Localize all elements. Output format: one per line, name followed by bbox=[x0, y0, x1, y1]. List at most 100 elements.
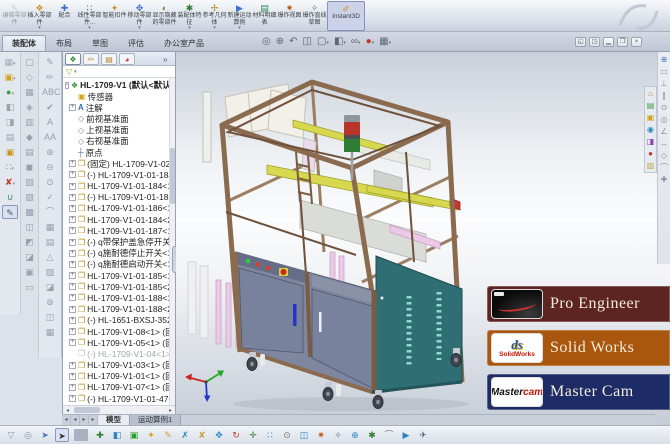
tree-item-component[interactable]: + ❒ (-) HL-1709-V1-04<1> bbox=[65, 348, 175, 359]
explode-line-icon[interactable]: ✧ bbox=[331, 428, 345, 442]
linear-pattern-icon[interactable]: ▩ bbox=[22, 205, 38, 219]
angle-mate-icon[interactable]: ∠ bbox=[660, 127, 667, 137]
tree-vertical-scrollbar[interactable] bbox=[169, 78, 175, 405]
revolve-icon[interactable]: ◇ bbox=[22, 70, 38, 84]
perpendicular-mate-icon[interactable]: ⊥ bbox=[661, 79, 668, 89]
banner-master-cam[interactable]: Mastercam Master Cam bbox=[487, 374, 670, 410]
arc-mate-icon[interactable]: ⌒ bbox=[660, 163, 668, 173]
design-library-icon[interactable]: ▤ bbox=[645, 100, 656, 111]
insert-components-button[interactable]: ❖ 插入零部件 ▾ bbox=[27, 1, 52, 31]
move-component-icon[interactable]: ✥ bbox=[212, 428, 226, 442]
tree-item-component[interactable]: + ❒ (-) HL-1651-BXSJ-352- bbox=[65, 315, 175, 326]
delete-icon[interactable]: ✘▾ bbox=[2, 175, 18, 189]
tree-item-front-plane[interactable]: + ◇ 前视基准面 bbox=[65, 113, 175, 124]
mirror-icon[interactable]: ◨ bbox=[2, 115, 18, 129]
zoom-to-area-icon[interactable]: ⊕ bbox=[276, 36, 284, 49]
filter-icon[interactable]: ▽ bbox=[4, 428, 18, 442]
datum-feature-icon[interactable]: ▤ bbox=[42, 235, 58, 249]
scrollbar-thumb[interactable] bbox=[74, 407, 100, 413]
belt-chain-icon[interactable]: ⌒ bbox=[382, 428, 396, 442]
tree-item-sensors[interactable]: + ▣ 传感器 bbox=[65, 91, 175, 102]
expand-icon[interactable]: + bbox=[69, 395, 76, 402]
tree-item-component[interactable]: + ❒ (-) q施耐德启动开关<1> bbox=[65, 259, 175, 270]
hide-show-items-icon[interactable]: ∞▾ bbox=[351, 36, 361, 49]
scrollbar-thumb[interactable] bbox=[170, 148, 175, 204]
close-icon[interactable]: × bbox=[631, 37, 642, 47]
smart-dimension-icon[interactable]: ✎ bbox=[42, 55, 58, 69]
mate-icon[interactable]: ✛ bbox=[246, 428, 260, 442]
wrap-icon[interactable]: ◪ bbox=[22, 250, 38, 264]
hatch-icon[interactable]: ▨ bbox=[42, 265, 58, 279]
tree-item-component[interactable]: + ❒ HL-1709-V1-01-185<2 bbox=[65, 281, 175, 292]
curve-icon[interactable]: ▭ bbox=[22, 280, 38, 294]
apply-scene-icon[interactable]: ▦▾ bbox=[379, 36, 391, 49]
last-tab-icon[interactable]: ▸ bbox=[89, 415, 98, 425]
hole-wizard-icon[interactable]: ▨ bbox=[22, 190, 38, 204]
tangent-mate-icon[interactable]: ◇ bbox=[661, 151, 667, 161]
lock-mate-icon[interactable]: ✚ bbox=[661, 175, 668, 185]
next-window-icon[interactable]: ◳ bbox=[589, 37, 600, 47]
file-explorer-icon[interactable]: ▣ bbox=[645, 112, 656, 123]
section-view-icon[interactable]: ◫ bbox=[303, 36, 312, 49]
dome-icon[interactable]: ◩ bbox=[22, 235, 38, 249]
search-icon[interactable]: ◉ bbox=[645, 124, 656, 135]
next-tab-icon[interactable]: ▸ bbox=[80, 415, 89, 425]
warning-triangle-icon[interactable]: △ bbox=[42, 250, 58, 264]
width-mate-icon[interactable]: ▭ bbox=[660, 67, 668, 77]
previous-view-icon[interactable]: ↶ bbox=[289, 36, 297, 49]
panel-overflow-chevron[interactable]: » bbox=[163, 55, 167, 64]
insert-folder-icon[interactable]: ▣▾ bbox=[2, 70, 18, 84]
feature-icon[interactable]: ◧ bbox=[2, 100, 18, 114]
propertymanager-tab[interactable]: ✏ bbox=[83, 53, 99, 65]
spline-icon[interactable]: ∪ bbox=[2, 190, 18, 204]
loft-icon[interactable]: ◈ bbox=[22, 100, 38, 114]
fillet-icon[interactable]: ▥ bbox=[22, 115, 38, 129]
tree-item-component[interactable]: + ❒ (-) q施耐德停止开关<1> bbox=[65, 248, 175, 259]
expand-icon[interactable]: + bbox=[69, 171, 76, 178]
tree-item-component[interactable]: + ❒ (固定) HL-1709-V1-02< bbox=[65, 158, 175, 169]
dimxpertmanager-tab[interactable]: ◕ bbox=[119, 53, 135, 65]
banner-solid-works[interactable]: ds SolidWorks Solid Works bbox=[487, 330, 670, 366]
edit-part-icon[interactable]: ▦▾ bbox=[2, 55, 18, 69]
expand-icon[interactable]: + bbox=[69, 160, 76, 167]
tree-item-component[interactable]: + ❒ HL-1709-V1-01-184<2 bbox=[65, 214, 175, 225]
tab-sketch[interactable]: 草图 bbox=[82, 35, 118, 51]
edit-appearance-icon[interactable]: ●▾ bbox=[366, 36, 375, 49]
model-tab[interactable]: 模型 bbox=[98, 415, 130, 425]
concentric-mate-icon[interactable]: ⊙ bbox=[661, 103, 668, 113]
configurationmanager-tab[interactable]: ▤ bbox=[101, 53, 117, 65]
interference-detection-icon[interactable]: ⊕ bbox=[348, 428, 362, 442]
reference-geometry-button[interactable]: ✢ 参考几何体 ▾ bbox=[202, 1, 227, 31]
insert-component-icon[interactable]: ◧ bbox=[110, 428, 124, 442]
no-external-ref-icon[interactable]: ✗ bbox=[178, 428, 192, 442]
note-icon[interactable]: A bbox=[42, 115, 58, 129]
show-hidden-components-button[interactable]: ◐ 显示隐藏的零部件 bbox=[152, 1, 177, 31]
minimize-icon[interactable]: ▁ bbox=[603, 37, 614, 47]
new-motion-study-button[interactable]: ▶ 新建运动算例 ▾ bbox=[227, 1, 252, 31]
zoom-in-icon[interactable]: ⊕ bbox=[42, 145, 58, 159]
draft-icon[interactable]: ▧ bbox=[22, 175, 38, 189]
motion-study-tab[interactable]: 运动算例1 bbox=[130, 415, 181, 425]
expand-icon[interactable]: + bbox=[69, 239, 76, 246]
tree-item-component[interactable]: + ❒ HL-1709-V1-03<1> (固 bbox=[65, 360, 175, 371]
expand-icon[interactable]: + bbox=[69, 339, 76, 346]
expand-icon[interactable]: - bbox=[65, 82, 69, 89]
tree-item-component[interactable]: + ❒ HL-1709-V1-01-184<1 bbox=[65, 181, 175, 192]
expand-icon[interactable]: + bbox=[69, 362, 76, 369]
mirror-feature-icon[interactable]: ◫ bbox=[22, 220, 38, 234]
grid-system-icon[interactable]: ∷▾ bbox=[2, 160, 18, 174]
mirror-components-icon[interactable]: ◫ bbox=[297, 428, 311, 442]
table-icon[interactable]: ▦ bbox=[42, 325, 58, 339]
shell-icon[interactable]: ◼ bbox=[22, 160, 38, 174]
tree-item-component[interactable]: + ❒ HL-1709-V1-01<1> (固 bbox=[65, 371, 175, 382]
smart-fasteners-button[interactable]: ✦ 智能扣件 bbox=[102, 1, 127, 31]
assembly-features-button[interactable]: ✱ 装配体特征 ▾ bbox=[177, 1, 202, 31]
tree-item-component[interactable]: + ❒ HL-1709-V1-07<1> (固 bbox=[65, 382, 175, 393]
distance-mate-icon[interactable]: ↔ bbox=[660, 139, 668, 149]
view-palette-icon[interactable]: ◨ bbox=[645, 136, 656, 147]
expand-icon[interactable]: + bbox=[69, 261, 76, 268]
tree-item-component[interactable]: + ❒ HL-1709-V1-01-186<1 bbox=[65, 203, 175, 214]
motion-study-icon[interactable]: ▶ bbox=[399, 428, 413, 442]
appearance-ball-icon[interactable]: ●▾ bbox=[2, 85, 18, 99]
tree-item-component[interactable]: + ❒ HL-1709-V1-08<1> (固 bbox=[65, 326, 175, 337]
